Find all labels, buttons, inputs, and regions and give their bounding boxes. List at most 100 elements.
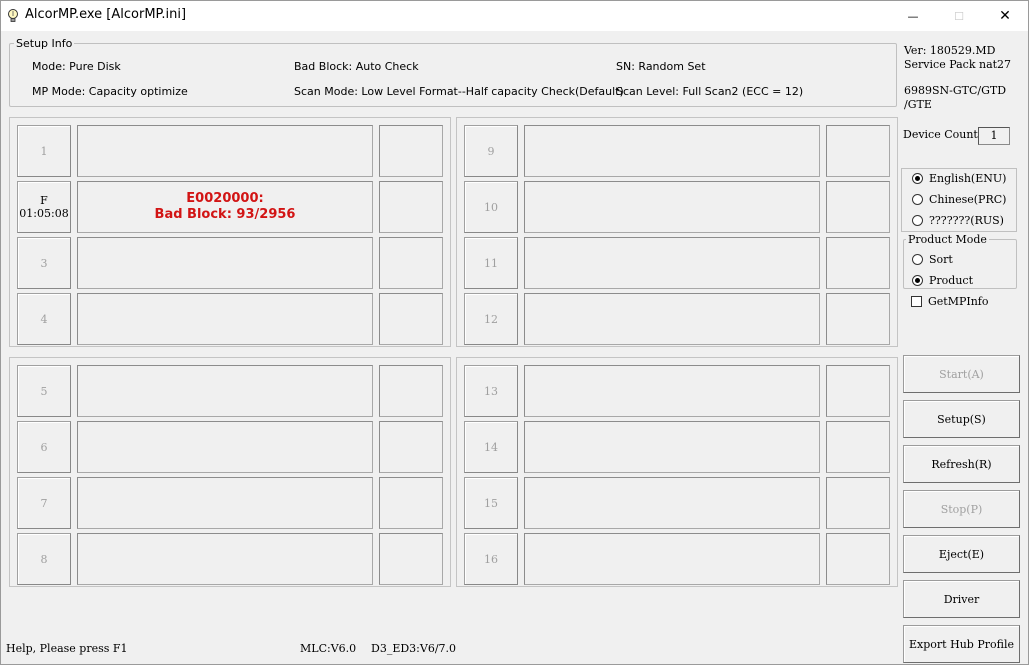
port-status <box>524 181 820 233</box>
port-label: 15 <box>484 496 498 510</box>
port-status: E0020000: Bad Block: 93/2956 <box>77 181 373 233</box>
get-mp-info-label: GetMPInfo <box>928 295 989 308</box>
port-button[interactable]: 5 <box>17 365 71 417</box>
language-option-russian[interactable]: ???????(RUS) <box>912 214 1004 227</box>
port-slot: 11 <box>457 237 897 289</box>
error-code: E0020000: <box>186 191 264 206</box>
mode-label: Product <box>929 274 973 287</box>
port-button[interactable]: 7 <box>17 477 71 529</box>
port-label: 12 <box>484 312 498 326</box>
help-status: Help, Please press F1 <box>6 642 128 655</box>
stop-button[interactable]: Stop(P) <box>903 490 1020 528</box>
port-button[interactable]: 16 <box>464 533 518 585</box>
port-button[interactable]: 1 <box>17 125 71 177</box>
driver-button[interactable]: Driver <box>903 580 1020 618</box>
minimize-button[interactable]: — <box>890 1 936 31</box>
checkbox-icon[interactable] <box>911 296 922 307</box>
port-panel-1-4: 1 F 01:05:08 E0020000: Bad Block: 93/2956 … <box>9 117 451 347</box>
title-bar[interactable]: AlcorMP.exe [AlcorMP.ini] — ☐ ✕ <box>1 1 1028 31</box>
port-button[interactable]: 14 <box>464 421 518 473</box>
port-label: 7 <box>40 496 48 510</box>
mode-label: Sort <box>929 253 953 266</box>
error-detail: Bad Block: 93/2956 <box>154 207 296 222</box>
port-button[interactable]: 12 <box>464 293 518 345</box>
mode-option-sort[interactable]: Sort <box>912 253 953 266</box>
product-mode-group: Product Mode Sort Product <box>903 233 1017 289</box>
port-slot: 6 <box>10 421 450 473</box>
radio-icon[interactable] <box>912 215 923 226</box>
port-capacity <box>379 125 443 177</box>
eject-button[interactable]: Eject(E) <box>903 535 1020 573</box>
mode-info: Mode: Pure Disk <box>32 60 121 73</box>
port-status <box>524 421 820 473</box>
port-capacity <box>826 125 890 177</box>
radio-icon[interactable] <box>912 275 923 286</box>
port-button[interactable]: 13 <box>464 365 518 417</box>
port-slot: 3 <box>10 237 450 289</box>
refresh-button[interactable]: Refresh(R) <box>903 445 1020 483</box>
language-label: English(ENU) <box>929 172 1007 185</box>
port-button[interactable]: 15 <box>464 477 518 529</box>
port-slot: 13 <box>457 365 897 417</box>
port-button[interactable]: 6 <box>17 421 71 473</box>
device-count-value: 1 <box>978 127 1010 145</box>
version-info: Ver: 180529.MD Service Pack nat27 <box>904 44 1011 72</box>
port-capacity <box>379 533 443 585</box>
port-status <box>77 533 373 585</box>
port-label: F <box>40 194 48 207</box>
port-capacity <box>379 293 443 345</box>
window-title: AlcorMP.exe [AlcorMP.ini] <box>25 7 187 22</box>
export-hub-profile-button[interactable]: Export Hub Profile <box>903 625 1020 663</box>
setup-button[interactable]: Setup(S) <box>903 400 1020 438</box>
port-button[interactable]: 8 <box>17 533 71 585</box>
port-time: 01:05:08 <box>19 207 69 220</box>
mode-option-product[interactable]: Product <box>912 274 973 287</box>
port-slot: 10 <box>457 181 897 233</box>
port-status <box>77 365 373 417</box>
radio-icon[interactable] <box>912 254 923 265</box>
port-button[interactable]: 11 <box>464 237 518 289</box>
port-label: 6 <box>40 440 48 454</box>
port-label: 5 <box>40 384 48 398</box>
sn-info: SN: Random Set <box>616 60 706 73</box>
port-button[interactable]: F 01:05:08 <box>17 181 71 233</box>
model-line-2: /GTE <box>904 98 932 111</box>
maximize-button[interactable]: ☐ <box>936 1 982 31</box>
port-label: 13 <box>484 384 498 398</box>
port-capacity <box>826 365 890 417</box>
port-slot: F 01:05:08 E0020000: Bad Block: 93/2956 <box>10 181 450 233</box>
port-panel-5-8: 5 6 7 8 <box>9 357 451 587</box>
model-info: 6989SN-GTC/GTD /GTE <box>904 84 1006 112</box>
port-capacity <box>826 421 890 473</box>
get-mp-info-checkbox[interactable]: GetMPInfo <box>911 295 989 308</box>
port-capacity <box>379 421 443 473</box>
language-option-chinese[interactable]: Chinese(PRC) <box>912 193 1006 206</box>
language-group: English(ENU) Chinese(PRC) ???????(RUS) <box>901 168 1017 232</box>
port-button[interactable]: 4 <box>17 293 71 345</box>
start-button[interactable]: Start(A) <box>903 355 1020 393</box>
language-label: Chinese(PRC) <box>929 193 1007 206</box>
port-capacity <box>826 237 890 289</box>
port-status <box>524 477 820 529</box>
close-button[interactable]: ✕ <box>982 1 1028 31</box>
language-option-english[interactable]: English(ENU) <box>912 172 1006 185</box>
port-button[interactable]: 3 <box>17 237 71 289</box>
port-slot: 16 <box>457 533 897 585</box>
port-button[interactable]: 10 <box>464 181 518 233</box>
scan-level-info: Scan Level: Full Scan2 (ECC = 12) <box>616 85 804 98</box>
port-label: 9 <box>487 144 495 158</box>
radio-icon[interactable] <box>912 173 923 184</box>
version-text: Ver: 180529.MD <box>904 44 996 57</box>
port-status <box>77 237 373 289</box>
d3-version: D3_ED3:V6/7.0 <box>371 642 457 655</box>
device-count-label: Device Count: <box>903 128 982 141</box>
port-panel-13-16: 13 14 15 16 <box>456 357 898 587</box>
port-button[interactable]: 9 <box>464 125 518 177</box>
radio-icon[interactable] <box>912 194 923 205</box>
port-slot: 8 <box>10 533 450 585</box>
port-label: 1 <box>40 144 48 158</box>
port-capacity <box>379 365 443 417</box>
mlc-version: MLC:V6.0 <box>300 642 357 655</box>
bad-block-info: Bad Block: Auto Check <box>294 60 419 73</box>
port-slot: 9 <box>457 125 897 177</box>
